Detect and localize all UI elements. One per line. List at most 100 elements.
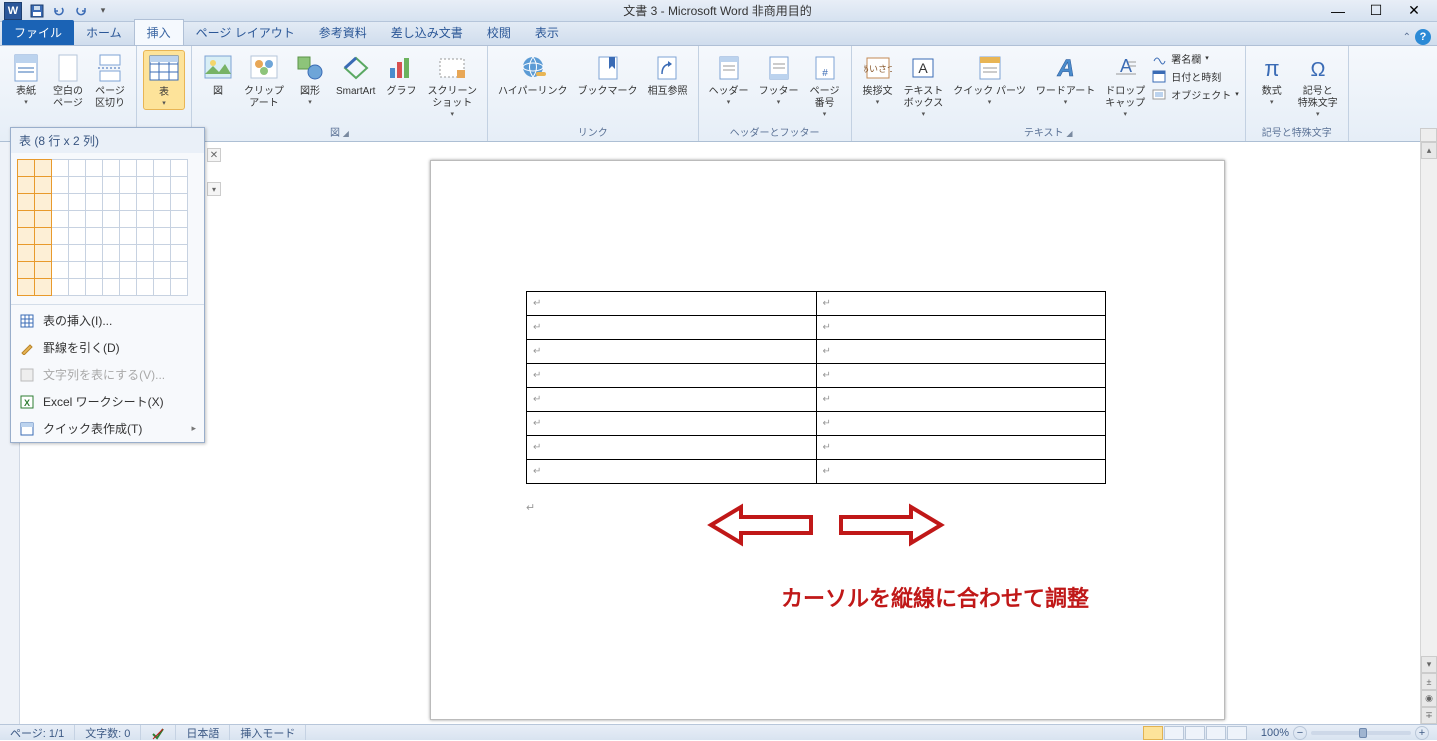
datetime-icon <box>1151 68 1167 84</box>
blank-page-button[interactable]: 空白の ページ <box>48 50 88 112</box>
panel-dropdown-icon[interactable]: ▾ <box>207 182 221 196</box>
excel-worksheet-item[interactable]: XExcel ワークシート(X) <box>11 388 204 415</box>
scroll-up-icon[interactable]: ▴ <box>1421 142 1437 159</box>
svg-text:A: A <box>1056 55 1074 82</box>
print-layout-view-button[interactable] <box>1143 726 1163 740</box>
clipart-button[interactable]: クリップ アート <box>240 50 288 112</box>
qat-customize-icon[interactable]: ▾ <box>94 2 112 20</box>
draw-table-icon <box>19 340 35 356</box>
textbox-button[interactable]: Aテキスト ボックス▾ <box>900 50 948 120</box>
tab-view[interactable]: 表示 <box>523 20 571 45</box>
status-language[interactable]: 日本語 <box>176 725 230 740</box>
zoom-slider[interactable] <box>1311 731 1411 735</box>
status-page[interactable]: ページ: 1/1 <box>0 725 75 740</box>
tab-page-layout[interactable]: ページ レイアウト <box>184 20 307 45</box>
status-insert-mode[interactable]: 挿入モード <box>230 725 306 740</box>
maximize-button[interactable]: ☐ <box>1361 2 1391 20</box>
scroll-track[interactable] <box>1421 159 1437 673</box>
tab-mailings[interactable]: 差し込み文書 <box>379 20 475 45</box>
header-button[interactable]: ヘッダー▾ <box>705 50 753 108</box>
object-button[interactable]: オブジェクト ▾ <box>1151 86 1239 102</box>
svg-text:π: π <box>1264 56 1279 81</box>
redo-icon[interactable] <box>72 2 90 20</box>
next-page-icon[interactable]: ∓ <box>1421 707 1437 724</box>
picture-button[interactable]: 図 <box>198 50 238 100</box>
draw-table-item[interactable]: 罫線を引く(D) <box>11 334 204 361</box>
prev-page-icon[interactable]: ± <box>1421 673 1437 690</box>
vertical-scrollbar[interactable]: ▴ ▾ ± ◉ ∓ <box>1420 142 1437 724</box>
annotation-text: カーソルを縦線に合わせて調整 <box>781 581 1089 613</box>
text-to-table-item: 文字列を表にする(V)... <box>11 361 204 388</box>
footer-button[interactable]: フッター▾ <box>755 50 803 108</box>
dropcap-button[interactable]: Aドロップ キャップ▾ <box>1101 50 1149 120</box>
web-layout-view-button[interactable] <box>1185 726 1205 740</box>
page-number-button[interactable]: #ページ 番号▾ <box>805 50 845 120</box>
group-text: あいさつ挨拶文▾ Aテキスト ボックス▾ クイック パーツ▾ Aワードアート▾ … <box>852 46 1246 141</box>
titlebar: W ▾ 文書 3 - Microsoft Word 非商用目的 — ☐ ✕ <box>0 0 1437 22</box>
svg-text:X: X <box>24 398 30 408</box>
screenshot-button[interactable]: スクリーン ショット▾ <box>423 50 481 120</box>
hyperlink-button[interactable]: ハイパーリンク <box>494 50 572 100</box>
smartart-button[interactable]: SmartArt <box>332 50 379 100</box>
cover-page-button[interactable]: 表紙▾ <box>6 50 46 108</box>
paragraph-mark: ↵ <box>526 501 535 514</box>
page-break-button[interactable]: ページ 区切り <box>90 50 130 112</box>
zoom-level[interactable]: 100% <box>1261 727 1289 739</box>
fullscreen-view-button[interactable] <box>1164 726 1184 740</box>
table-button[interactable]: 表▾ <box>143 50 185 110</box>
table-size-grid[interactable] <box>11 153 204 302</box>
tab-insert[interactable]: 挿入 <box>134 19 184 45</box>
document-table[interactable]: ↵↵↵↵↵↵↵↵↵↵↵↵↵↵↵↵ <box>526 291 1106 484</box>
symbol-icon: Ω <box>1302 52 1334 84</box>
draft-view-button[interactable] <box>1227 726 1247 740</box>
help-icon[interactable]: ? <box>1415 29 1431 45</box>
close-button[interactable]: ✕ <box>1399 2 1429 20</box>
bookmark-icon <box>592 52 624 84</box>
close-panel-icon[interactable]: ✕ <box>207 148 221 162</box>
table-dropdown: 表 (8 行 x 2 列) 表の挿入(I)... 罫線を引く(D) 文字列を表に… <box>10 127 205 443</box>
ruler-toggle-icon[interactable] <box>1420 128 1437 142</box>
bookmark-button[interactable]: ブックマーク <box>574 50 642 100</box>
browse-object-icon[interactable]: ◉ <box>1421 690 1437 707</box>
group-symbols: π数式▾ Ω記号と 特殊文字▾ 記号と特殊文字 <box>1246 46 1349 141</box>
minimize-ribbon-icon[interactable]: ⌃ <box>1403 32 1411 43</box>
equation-button[interactable]: π数式▾ <box>1252 50 1292 108</box>
wordart-icon: A <box>1050 52 1082 84</box>
tab-review[interactable]: 校閲 <box>475 20 523 45</box>
cover-page-icon <box>10 52 42 84</box>
wordart-button[interactable]: Aワードアート▾ <box>1032 50 1099 108</box>
minimize-button[interactable]: — <box>1323 2 1353 20</box>
quick-tables-item[interactable]: クイック表作成(T)▸ <box>11 415 204 442</box>
scroll-down-icon[interactable]: ▾ <box>1421 656 1437 673</box>
date-time-button[interactable]: 日付と時刻 <box>1151 68 1239 84</box>
text-dialog-launcher[interactable]: ◢ <box>1066 129 1072 138</box>
signature-line-button[interactable]: 署名欄 ▾ <box>1151 50 1239 66</box>
signature-icon <box>1151 50 1167 66</box>
window-title: 文書 3 - Microsoft Word 非商用目的 <box>112 2 1323 19</box>
tab-file[interactable]: ファイル <box>2 20 74 45</box>
illust-dialog-launcher[interactable]: ◢ <box>343 129 349 138</box>
outline-view-button[interactable] <box>1206 726 1226 740</box>
zoom-thumb[interactable] <box>1359 728 1367 738</box>
status-word-count[interactable]: 文字数: 0 <box>75 725 141 740</box>
greeting-button[interactable]: あいさつ挨拶文▾ <box>858 50 898 108</box>
zoom-out-button[interactable]: − <box>1293 726 1307 740</box>
tab-references[interactable]: 参考資料 <box>307 20 379 45</box>
insert-table-item[interactable]: 表の挿入(I)... <box>11 307 204 334</box>
zoom-in-button[interactable]: + <box>1415 726 1429 740</box>
svg-text:Ω: Ω <box>1310 59 1325 81</box>
shapes-button[interactable]: 図形▾ <box>290 50 330 108</box>
quickparts-button[interactable]: クイック パーツ▾ <box>949 50 1030 108</box>
chart-button[interactable]: グラフ <box>381 50 421 100</box>
ribbon-tabs: ファイル ホーム 挿入 ページ レイアウト 参考資料 差し込み文書 校閲 表示 … <box>0 22 1437 46</box>
save-icon[interactable] <box>28 2 46 20</box>
table-icon <box>148 53 180 85</box>
undo-icon[interactable] <box>50 2 68 20</box>
status-bar: ページ: 1/1 文字数: 0 日本語 挿入モード 100% − + <box>0 724 1437 740</box>
status-proofing[interactable] <box>141 725 176 740</box>
crossref-button[interactable]: 相互参照 <box>644 50 692 100</box>
tab-home[interactable]: ホーム <box>74 20 134 45</box>
symbol-button[interactable]: Ω記号と 特殊文字▾ <box>1294 50 1342 120</box>
footer-icon <box>763 52 795 84</box>
quick-tables-icon <box>19 421 35 437</box>
